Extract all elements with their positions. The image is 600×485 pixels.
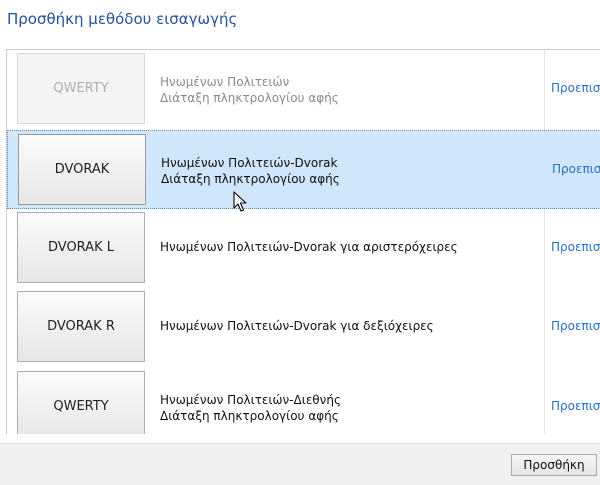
layout-name: Ηνωμένων Πολιτειών [160, 75, 290, 89]
layout-description: Ηνωμένων Πολιτειών-Διεθνής Διάταξη πληκτ… [160, 392, 341, 424]
layout-name: Ηνωμένων Πολιτειών-Dvorak για δεξιόχειρε… [160, 319, 434, 333]
add-button[interactable]: Προσθήκη [511, 454, 597, 476]
layout-description: Ηνωμένων Πολιτειών-Dvorak Διάταξη πληκτρ… [161, 155, 340, 187]
layout-description: Ηνωμένων Πολιτειών-Dvorak για δεξιόχειρε… [160, 318, 434, 334]
layout-description: Ηνωμένων Πολιτειών Διάταξη πληκτρολογίου… [160, 74, 339, 106]
layout-name: Ηνωμένων Πολιτειών-Dvorak [161, 156, 338, 170]
layout-subtitle: Διάταξη πληκτρολογίου αφής [160, 409, 339, 423]
layout-row-dvorak[interactable]: DVORAK Ηνωμένων Πολιτειών-Dvorak Διάταξη… [7, 130, 600, 209]
layout-name: Ηνωμένων Πολιτειών-Dvorak για αριστερόχε… [160, 240, 458, 254]
layout-row-dvorak-left[interactable]: DVORAK L Ηνωμένων Πολιτειών-Dvorak για α… [7, 209, 600, 288]
mouse-pointer-icon [233, 191, 247, 212]
preview-link[interactable]: Προεπισκ [551, 240, 600, 254]
layout-description: Ηνωμένων Πολιτειών-Dvorak για αριστερόχε… [160, 239, 458, 255]
preview-link[interactable]: Προεπισκ [552, 162, 600, 176]
layout-row-qwerty-international[interactable]: QWERTY Ηνωμένων Πολιτειών-Διεθνής Διάταξ… [7, 368, 600, 434]
layout-subtitle: Διάταξη πληκτρολογίου αφής [161, 172, 340, 186]
add-input-method-dialog: Προσθήκη μεθόδου εισαγωγής QWERTY Ηνωμέν… [0, 0, 600, 485]
layout-subtitle: Διάταξη πληκτρολογίου αφής [160, 91, 339, 105]
preview-link[interactable]: Προεπισκ [551, 399, 600, 413]
keyboard-key-tile: DVORAK [18, 134, 146, 205]
dialog-title: Προσθήκη μεθόδου εισαγωγής [7, 10, 238, 28]
dialog-footer: Προσθήκη [0, 443, 600, 485]
keyboard-key-tile: QWERTY [17, 53, 145, 124]
layout-list[interactable]: QWERTY Ηνωμένων Πολιτειών Διάταξη πληκτρ… [6, 49, 600, 434]
keyboard-key-tile: DVORAK L [17, 212, 145, 283]
preview-link[interactable]: Προεπισκ [551, 81, 600, 95]
layout-row-qwerty[interactable]: QWERTY Ηνωμένων Πολιτειών Διάταξη πληκτρ… [7, 50, 600, 129]
layout-row-dvorak-right[interactable]: DVORAK R Ηνωμένων Πολιτειών-Dvorak για δ… [7, 288, 600, 367]
keyboard-key-tile: QWERTY [17, 371, 145, 434]
layout-name: Ηνωμένων Πολιτειών-Διεθνής [160, 393, 341, 407]
preview-link[interactable]: Προεπισκ [551, 319, 600, 333]
keyboard-key-tile: DVORAK R [17, 291, 145, 362]
